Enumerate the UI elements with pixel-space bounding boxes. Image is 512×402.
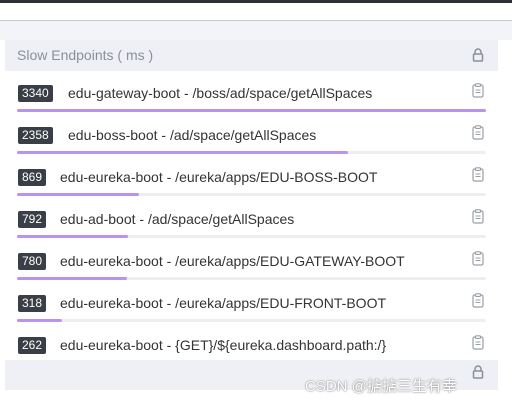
- clipboard-icon[interactable]: [472, 125, 484, 140]
- panel-title: Slow Endpoints ( ms ): [17, 47, 154, 63]
- clipboard-icon[interactable]: [472, 83, 484, 98]
- endpoint-name: edu-boss-boot - /ad/space/getAllSpaces: [68, 127, 317, 143]
- latency-bar-track: [17, 193, 486, 196]
- lock-icon[interactable]: [471, 364, 485, 380]
- latency-badge: 3340: [18, 85, 53, 102]
- latency-bar-fill: [17, 193, 139, 196]
- latency-badge: 869: [18, 169, 47, 186]
- latency-bar-fill: [17, 151, 349, 154]
- latency-bar-track: [17, 277, 486, 280]
- endpoint-row: 780 edu-eureka-boot - /eureka/apps/EDU-G…: [5, 239, 498, 281]
- endpoint-row: 3340 edu-gateway-boot - /boss/ad/space/g…: [5, 71, 498, 113]
- latency-bar-track: [17, 151, 486, 154]
- endpoint-name: edu-ad-boot - /ad/space/getAllSpaces: [60, 211, 295, 227]
- panel-gap: [0, 21, 512, 40]
- clipboard-icon[interactable]: [472, 209, 484, 224]
- clipboard-icon[interactable]: [472, 167, 484, 182]
- top-edge: [0, 0, 512, 3]
- endpoint-name: edu-eureka-boot - {GET}/${eureka.dashboa…: [60, 337, 387, 353]
- clipboard-icon[interactable]: [472, 251, 484, 266]
- clipboard-icon[interactable]: [472, 335, 484, 350]
- latency-bar-track: [17, 319, 486, 322]
- slow-endpoints-panel: Slow Endpoints ( ms ) 3340 edu-gateway-b…: [5, 40, 498, 390]
- latency-badge: 318: [18, 295, 47, 312]
- endpoint-row: 318 edu-eureka-boot - /eureka/apps/EDU-F…: [5, 281, 498, 323]
- panel-header[interactable]: Slow Endpoints ( ms ): [5, 40, 498, 71]
- latency-bar-track: [17, 235, 486, 238]
- watermark-text: CSDN @掂掂三生有幸: [305, 378, 457, 395]
- latency-bar-fill: [17, 277, 127, 280]
- endpoint-name: edu-gateway-boot - /boss/ad/space/getAll…: [68, 85, 373, 101]
- latency-bar-fill: [17, 109, 486, 112]
- top-toolbar: [0, 0, 512, 21]
- endpoint-name: edu-eureka-boot - /eureka/apps/EDU-BOSS-…: [60, 169, 378, 185]
- latency-bar-fill: [17, 235, 129, 238]
- lock-icon[interactable]: [471, 47, 485, 63]
- latency-badge: 792: [18, 211, 47, 228]
- endpoint-row: 2358 edu-boss-boot - /ad/space/getAllSpa…: [5, 113, 498, 155]
- endpoint-name: edu-eureka-boot - /eureka/apps/EDU-GATEW…: [60, 253, 405, 269]
- endpoint-list: 3340 edu-gateway-boot - /boss/ad/space/g…: [5, 71, 498, 359]
- latency-badge: 262: [18, 337, 47, 354]
- latency-bar-fill: [17, 319, 62, 322]
- latency-badge: 780: [18, 253, 47, 270]
- latency-badge: 2358: [18, 127, 53, 144]
- endpoint-row: 869 edu-eureka-boot - /eureka/apps/EDU-B…: [5, 155, 498, 197]
- clipboard-icon[interactable]: [472, 293, 484, 308]
- endpoint-row: 792 edu-ad-boot - /ad/space/getAllSpaces: [5, 197, 498, 239]
- latency-bar-track: [17, 109, 486, 112]
- endpoint-row: 262 edu-eureka-boot - {GET}/${eureka.das…: [5, 323, 498, 359]
- endpoint-name: edu-eureka-boot - /eureka/apps/EDU-FRONT…: [60, 295, 387, 311]
